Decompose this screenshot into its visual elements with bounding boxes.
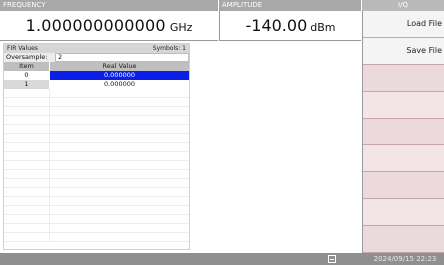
table-row[interactable]: 0 0.000000 — [4, 71, 189, 80]
column-header-real-value: Real Value — [102, 62, 137, 70]
amplitude-label: AMPLITUDE — [219, 0, 361, 11]
softkey-5[interactable] — [363, 118, 444, 146]
empty-row — [4, 143, 189, 152]
network-icon — [328, 255, 336, 263]
empty-row — [4, 206, 189, 215]
empty-row — [4, 197, 189, 206]
empty-row — [4, 98, 189, 107]
symbols-count: Symbols: 1 — [152, 45, 186, 52]
amplitude-unit: dBm — [310, 21, 336, 34]
save-file-button[interactable]: Save File — [363, 37, 444, 65]
softkey-6[interactable] — [363, 145, 444, 173]
frequency-unit: GHz — [169, 21, 193, 34]
oversample-label: Oversample: — [4, 53, 55, 62]
frequency-label: FREQUENCY — [0, 0, 218, 11]
oversample-row: Oversample: 2 — [4, 53, 189, 62]
fir-header: FIR Values Symbols: 1 — [4, 44, 189, 53]
row-item: 0 — [4, 71, 50, 80]
amplitude-value: -140.00 — [245, 16, 308, 35]
row-item: 1 — [4, 80, 50, 89]
empty-row — [4, 107, 189, 116]
softkey-panel: Load File Save File — [362, 11, 444, 254]
oversample-input[interactable]: 2 — [55, 53, 189, 62]
frequency-display[interactable]: 1.000000000000 GHz — [0, 11, 218, 41]
column-header-item: Item — [4, 62, 50, 71]
date-time: 2024/09/15 22:23 — [373, 255, 437, 263]
empty-row — [4, 161, 189, 170]
main-area: FIR Values Symbols: 1 Oversample: 2 Item… — [0, 42, 361, 253]
empty-row — [4, 125, 189, 134]
fir-title: FIR Values — [7, 45, 38, 52]
table-row[interactable]: 1 0.000000 — [4, 80, 189, 89]
status-bar: 2024/09/15 22:23 — [0, 253, 444, 265]
load-file-button[interactable]: Load File — [363, 11, 444, 38]
empty-row — [4, 89, 189, 98]
frequency-value: 1.000000000000 — [25, 16, 166, 35]
row-real-value[interactable]: 0.000000 — [50, 71, 189, 80]
table-header: Item Real Value — [4, 62, 189, 71]
softkey-9[interactable] — [363, 226, 444, 254]
empty-row — [4, 188, 189, 197]
empty-row — [4, 179, 189, 188]
empty-row — [4, 215, 189, 224]
empty-row — [4, 170, 189, 179]
empty-row — [4, 116, 189, 125]
softkey-8[interactable] — [363, 199, 444, 227]
softkey-3[interactable] — [363, 64, 444, 92]
empty-row — [4, 233, 189, 242]
empty-row — [4, 224, 189, 233]
empty-row — [4, 152, 189, 161]
softkey-7[interactable] — [363, 172, 444, 200]
empty-row — [4, 134, 189, 143]
softkey-4[interactable] — [363, 91, 444, 119]
row-real-value[interactable]: 0.000000 — [50, 80, 189, 89]
amplitude-display[interactable]: -140.00 dBm — [219, 11, 361, 41]
fir-table: FIR Values Symbols: 1 Oversample: 2 Item… — [3, 43, 190, 250]
menu-title: I/Q — [362, 0, 444, 11]
